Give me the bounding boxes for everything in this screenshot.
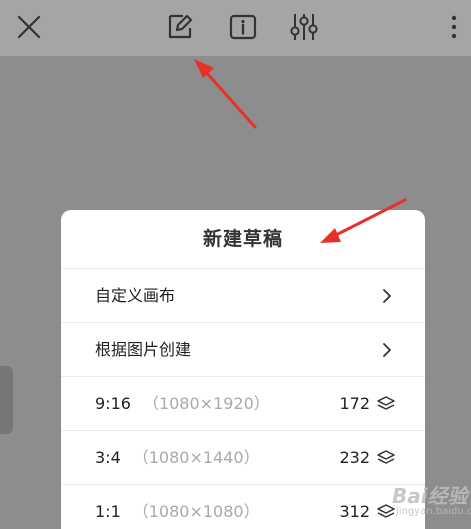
annotation-arrows [194,59,407,243]
arrow-to-sheet-title [320,198,407,243]
watermark-logo: Bai经验 [392,484,468,508]
arrow-to-draft-icon [194,59,257,129]
watermark-url: jingyan.baidu.com [396,506,471,517]
screen: 新建草稿 自定义画布 根据图片创建 9:16 （1080×1920） 172 3:… [0,0,471,529]
